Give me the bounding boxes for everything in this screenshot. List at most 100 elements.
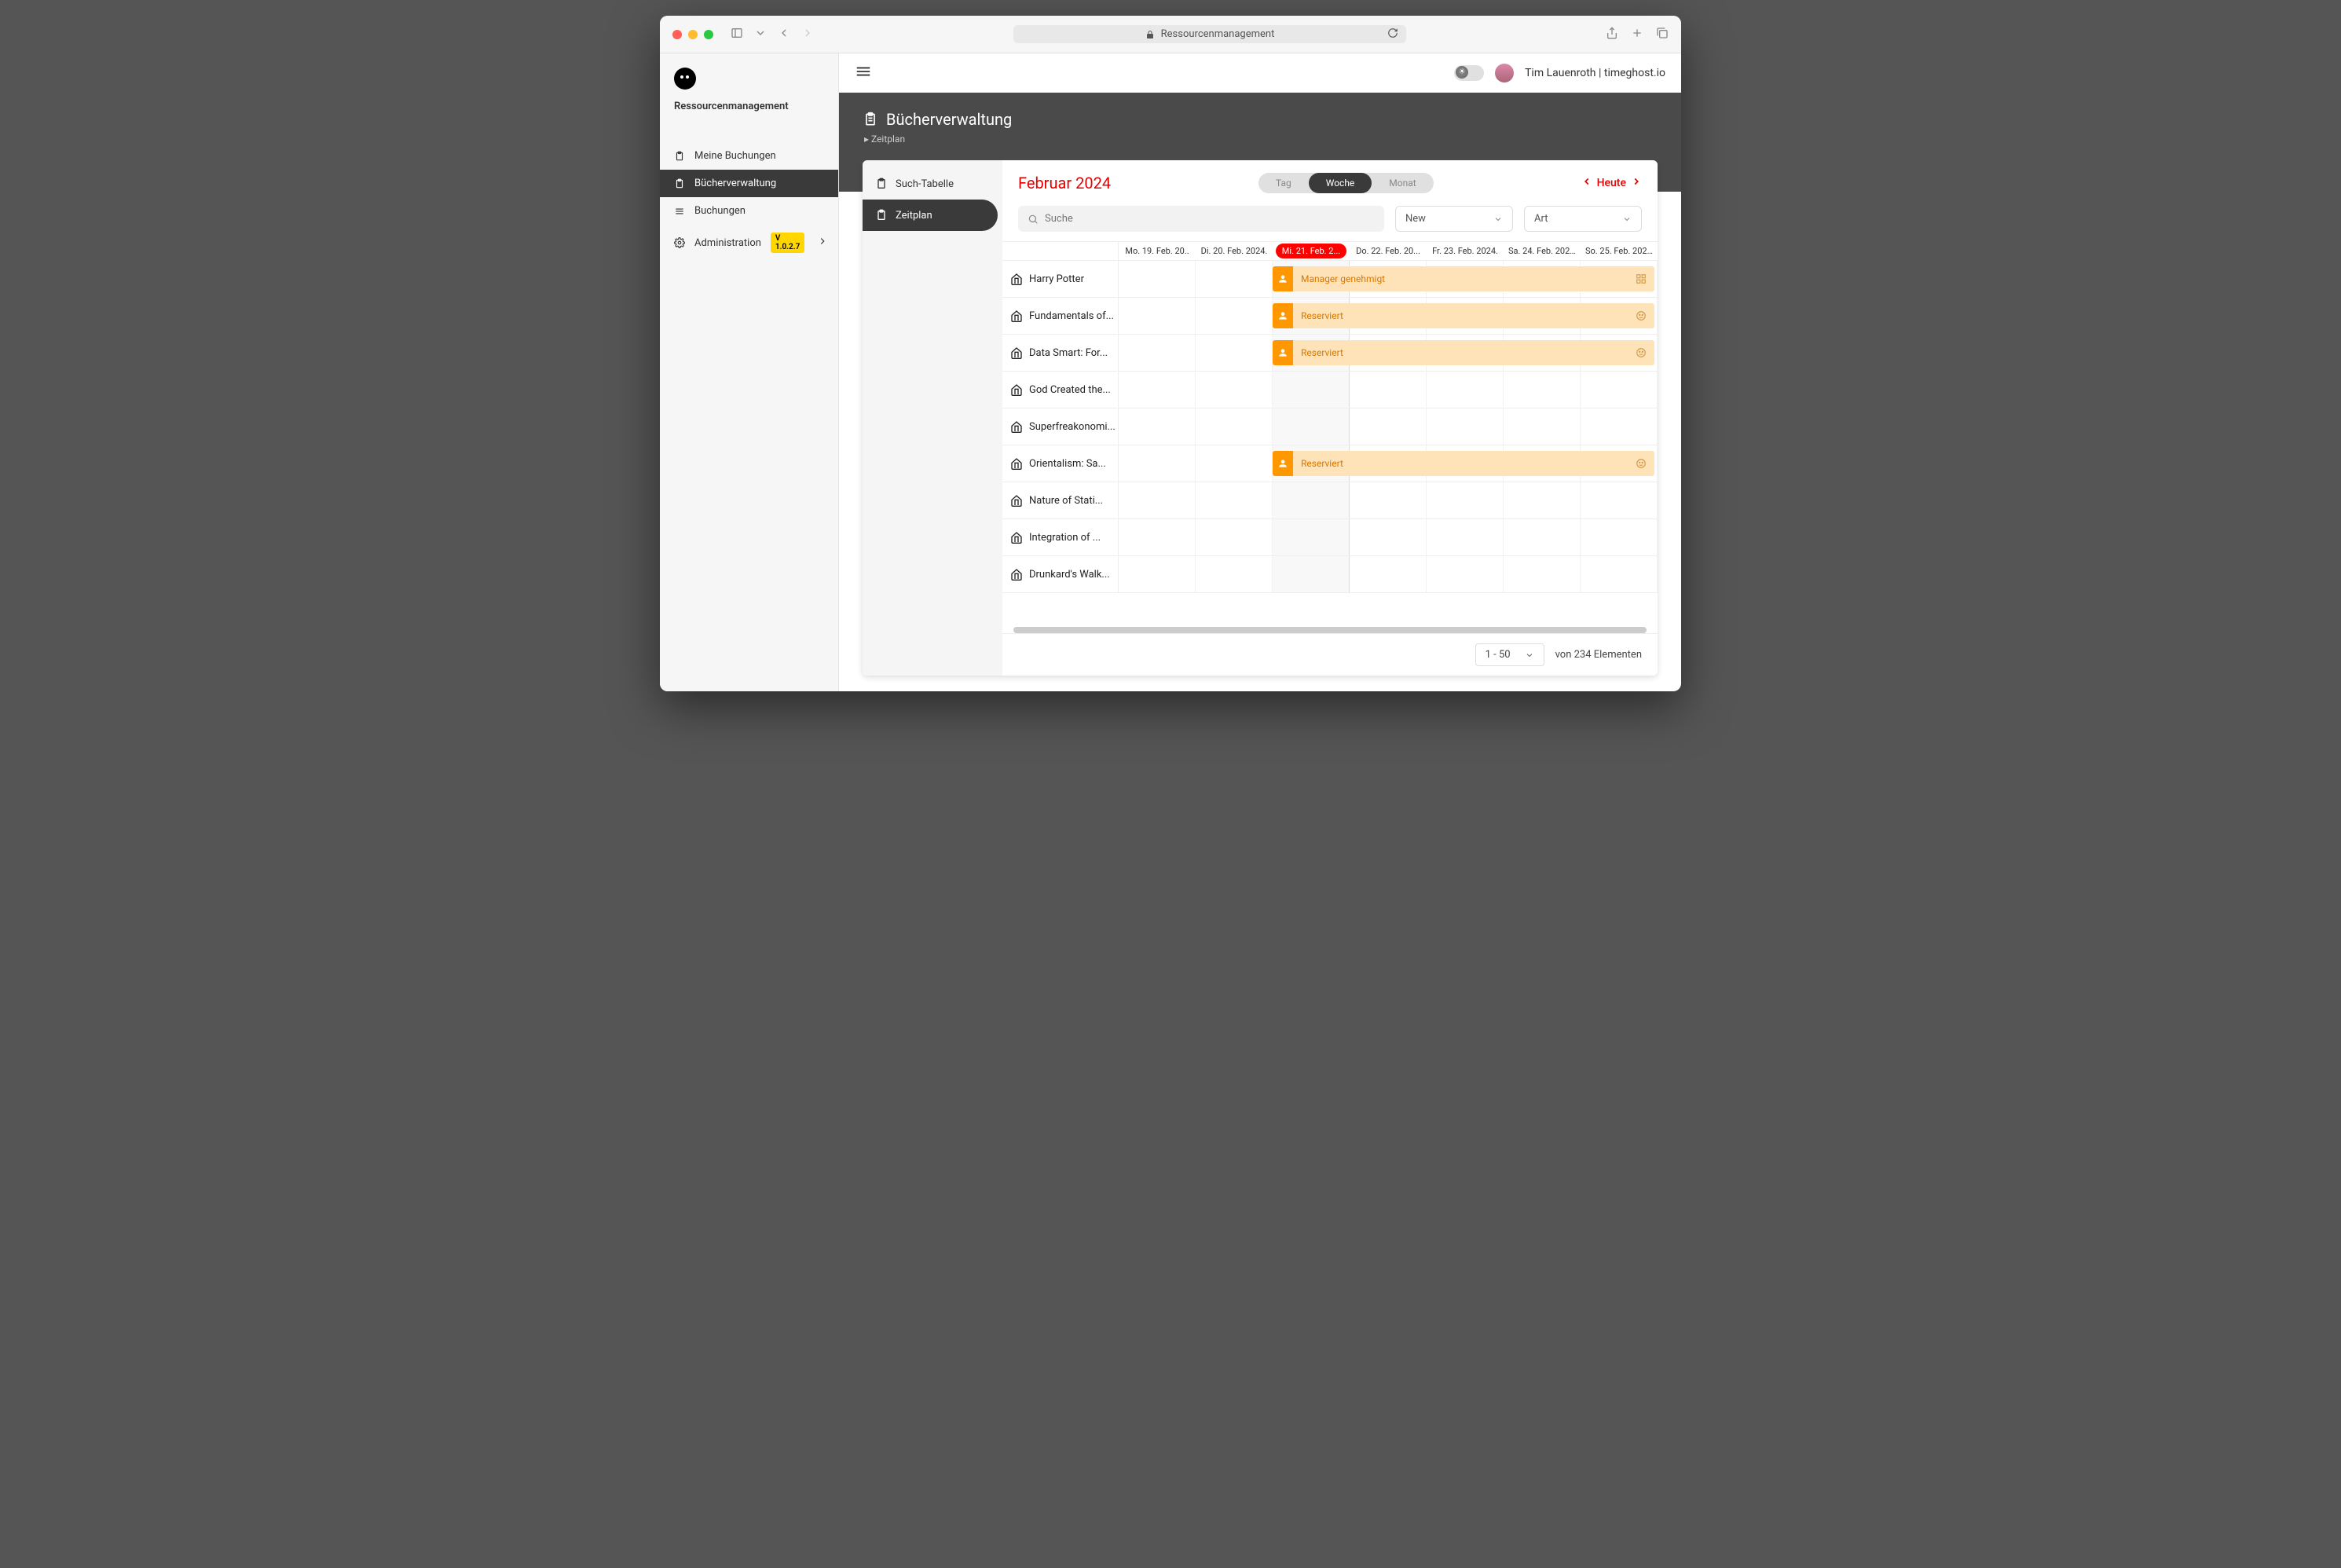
timeline-cell[interactable]: [1196, 519, 1273, 555]
timeline-cell[interactable]: [1581, 372, 1658, 408]
filter-art-dropdown[interactable]: Art: [1524, 206, 1642, 232]
window-close-button[interactable]: [672, 30, 682, 39]
subnav-item-zeitplan[interactable]: Zeitplan: [863, 200, 998, 231]
timeline[interactable]: Mo. 19. Feb. 20..Di. 20. Feb. 2024.Mi. 2…: [1002, 241, 1658, 627]
sidebar-item-buecherverwaltung[interactable]: Bücherverwaltung: [660, 170, 838, 197]
timeline-cell[interactable]: [1581, 556, 1658, 592]
subnav-item-suchtabelle[interactable]: Such-Tabelle: [863, 168, 998, 200]
resource-name[interactable]: Nature of Stati...: [1002, 482, 1119, 518]
timeline-cell[interactable]: [1273, 519, 1350, 555]
timeline-cell[interactable]: [1119, 298, 1196, 334]
subnav-label: Such-Tabelle: [896, 178, 954, 190]
timeline-cell[interactable]: [1273, 372, 1350, 408]
timeline-cell[interactable]: [1581, 408, 1658, 445]
resource-name[interactable]: Data Smart: For...: [1002, 335, 1119, 371]
timeline-cell[interactable]: [1196, 335, 1273, 371]
timeline-cell[interactable]: [1427, 372, 1504, 408]
timeline-cell[interactable]: [1196, 261, 1273, 297]
day-header-cell: Do. 22. Feb. 20...: [1350, 242, 1427, 260]
timeline-cell[interactable]: [1581, 482, 1658, 518]
view-week[interactable]: Woche: [1309, 173, 1372, 193]
resource-name[interactable]: Integration of ...: [1002, 519, 1119, 555]
horizontal-scrollbar[interactable]: [1013, 627, 1647, 633]
timeline-cell[interactable]: [1273, 408, 1350, 445]
timeline-cell[interactable]: [1119, 408, 1196, 445]
nav-back-icon[interactable]: [778, 27, 790, 42]
version-badge: V 1.0.2.7: [771, 233, 804, 253]
window-maximize-button[interactable]: [704, 30, 713, 39]
search-input[interactable]: [1045, 213, 1375, 225]
timeline-cell[interactable]: [1119, 556, 1196, 592]
booking-bar[interactable]: Reserviert: [1273, 303, 1654, 328]
nav-forward-icon[interactable]: [801, 27, 814, 42]
home-icon: [1010, 273, 1023, 285]
window-minimize-button[interactable]: [688, 30, 698, 39]
resource-name[interactable]: Harry Potter: [1002, 261, 1119, 297]
tabs-icon[interactable]: [1656, 27, 1669, 42]
timeline-cell[interactable]: [1350, 519, 1427, 555]
sidebar-toggle-icon[interactable]: [731, 27, 743, 42]
filter-new-dropdown[interactable]: New: [1395, 206, 1513, 232]
view-day[interactable]: Tag: [1258, 173, 1309, 193]
timeline-cell[interactable]: [1504, 482, 1581, 518]
timeline-cell[interactable]: [1273, 556, 1350, 592]
timeline-cell[interactable]: [1119, 261, 1196, 297]
sidebar-item-administration[interactable]: Administration V 1.0.2.7: [660, 225, 838, 261]
timeline-cell[interactable]: [1273, 482, 1350, 518]
timeline-cell[interactable]: [1427, 408, 1504, 445]
timeline-cell[interactable]: [1196, 298, 1273, 334]
timeline-cell[interactable]: [1196, 445, 1273, 482]
timeline-cell[interactable]: [1350, 482, 1427, 518]
share-icon[interactable]: [1606, 27, 1618, 42]
timeline-cell[interactable]: [1350, 408, 1427, 445]
booking-bar[interactable]: Manager genehmigt: [1273, 266, 1654, 291]
timeline-cell[interactable]: [1504, 556, 1581, 592]
theme-toggle[interactable]: [1454, 65, 1484, 81]
timeline-cell[interactable]: [1350, 372, 1427, 408]
timeline-cell[interactable]: [1119, 335, 1196, 371]
timeline-cell[interactable]: [1350, 556, 1427, 592]
timeline-cell[interactable]: [1427, 519, 1504, 555]
schedule-panel: Februar 2024 Tag Woche Monat Heute: [1002, 160, 1658, 676]
prev-period-button[interactable]: [1581, 176, 1592, 190]
search-input-wrapper[interactable]: [1018, 206, 1384, 232]
today-button[interactable]: Heute: [1597, 177, 1626, 189]
sidebar-item-meine-buchungen[interactable]: Meine Buchungen: [660, 142, 838, 170]
view-month[interactable]: Monat: [1372, 173, 1433, 193]
resource-name[interactable]: Superfreakonomi...: [1002, 408, 1119, 445]
timeline-cell[interactable]: [1504, 408, 1581, 445]
timeline-cell[interactable]: [1427, 556, 1504, 592]
timeline-cell[interactable]: [1196, 482, 1273, 518]
breadcrumb[interactable]: ▸ Zeitplan: [864, 134, 1658, 145]
search-icon: [1028, 214, 1039, 225]
page-size-select[interactable]: 1 - 50: [1475, 643, 1544, 666]
chevron-down-icon[interactable]: [754, 27, 767, 42]
booking-bar[interactable]: Reserviert: [1273, 340, 1654, 365]
timeline-cell[interactable]: [1504, 372, 1581, 408]
new-tab-icon[interactable]: [1631, 27, 1643, 42]
menu-toggle-button[interactable]: [855, 63, 872, 83]
person-icon: [1277, 458, 1288, 469]
timeline-cell[interactable]: [1581, 519, 1658, 555]
timeline-cell[interactable]: [1196, 372, 1273, 408]
timeline-cell[interactable]: [1119, 372, 1196, 408]
sidebar-item-buchungen[interactable]: Buchungen: [660, 197, 838, 225]
timeline-cell[interactable]: [1196, 556, 1273, 592]
timeline-cell[interactable]: [1119, 445, 1196, 482]
resource-name[interactable]: Fundamentals of...: [1002, 298, 1119, 334]
timeline-cell[interactable]: [1196, 408, 1273, 445]
lock-icon: [1145, 30, 1155, 39]
reload-icon[interactable]: [1387, 27, 1398, 42]
timeline-cell[interactable]: [1427, 482, 1504, 518]
user-avatar[interactable]: [1495, 64, 1514, 82]
resource-name[interactable]: God Created the...: [1002, 372, 1119, 408]
next-period-button[interactable]: [1631, 176, 1642, 190]
timeline-cell[interactable]: [1119, 482, 1196, 518]
timeline-cell[interactable]: [1119, 519, 1196, 555]
booking-bar[interactable]: Reserviert: [1273, 451, 1654, 476]
resource-name[interactable]: Drunkard's Walk...: [1002, 556, 1119, 592]
list-icon: [674, 206, 685, 217]
resource-name[interactable]: Orientalism: Sa...: [1002, 445, 1119, 482]
timeline-cell[interactable]: [1504, 519, 1581, 555]
url-bar[interactable]: Ressourcenmanagement: [1013, 25, 1406, 43]
